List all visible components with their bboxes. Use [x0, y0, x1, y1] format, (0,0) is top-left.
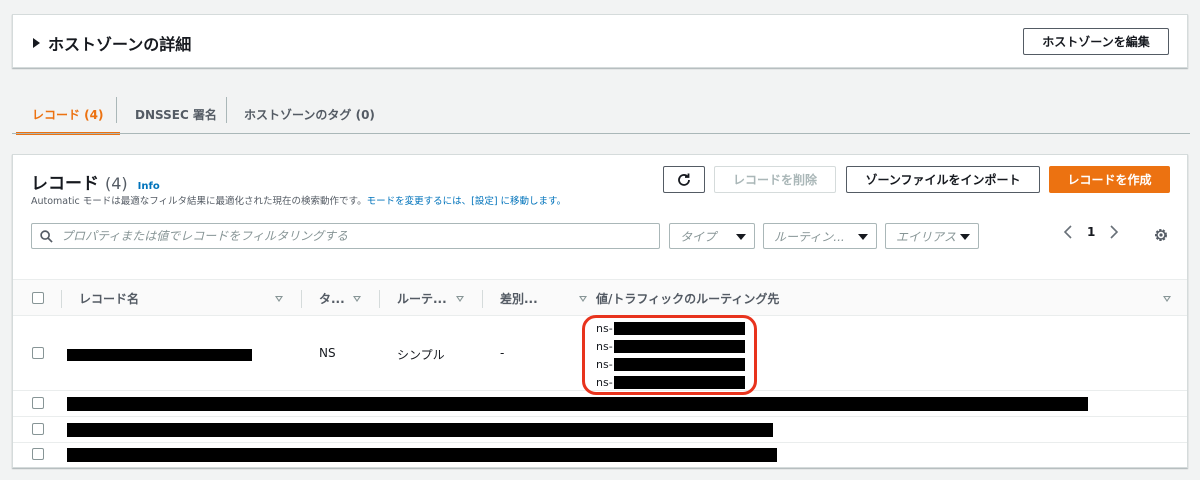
tab-records[interactable]: レコード (4)	[14, 95, 122, 135]
records-count: (4)	[105, 174, 128, 193]
redacted-row-content	[67, 397, 1088, 411]
search-icon	[40, 229, 53, 243]
sort-icon[interactable]	[456, 296, 464, 302]
row-checkbox[interactable]	[32, 448, 44, 460]
records-description: Automatic モードは最適なフィルタ結果に最適化された現在の検索動作です。…	[31, 193, 566, 207]
records-title: レコード	[31, 174, 99, 194]
redacted-row-content	[67, 423, 773, 437]
caret-down-icon	[858, 234, 868, 240]
search-input[interactable]	[61, 229, 641, 243]
row-checkbox[interactable]	[32, 423, 44, 435]
redacted-row-content	[67, 448, 777, 462]
type-filter-select[interactable]: タイプ	[669, 223, 755, 249]
tab-underline	[12, 133, 1190, 134]
chevron-right-icon[interactable]	[1109, 225, 1119, 239]
alias-filter-select[interactable]: エイリアス	[885, 223, 979, 249]
chevron-left-icon[interactable]	[1063, 225, 1073, 239]
sort-icon[interactable]	[579, 296, 587, 302]
delete-record-button[interactable]: レコードを削除	[714, 166, 836, 193]
info-link[interactable]: Info	[138, 181, 160, 192]
row-checkbox[interactable]	[32, 347, 44, 359]
edit-hosted-zone-button[interactable]: ホストゾーンを編集	[1023, 28, 1169, 55]
sort-icon[interactable]	[353, 296, 361, 302]
caret-down-icon	[960, 234, 970, 240]
record-type: NS	[319, 346, 336, 360]
record-differentiator: -	[500, 346, 505, 360]
column-header-record-name[interactable]: レコード名	[79, 280, 139, 317]
column-header-separator	[379, 290, 380, 308]
settings-link[interactable]: モードを変更するには、[設定] に移動します。	[367, 196, 566, 207]
type-filter-label: タイプ	[680, 229, 717, 244]
tab-tags[interactable]: ホストゾーンのタグ (0)	[226, 95, 393, 133]
table-row[interactable]	[13, 391, 1187, 417]
routing-filter-label: ルーティン...	[774, 229, 845, 244]
caret-right-icon	[33, 38, 40, 48]
hosted-zone-details-panel: ホストゾーンの詳細 ホストゾーンを編集	[12, 14, 1188, 68]
gear-icon[interactable]	[1153, 227, 1169, 243]
column-header-type[interactable]: タ...	[319, 280, 345, 317]
sort-icon[interactable]	[1163, 296, 1171, 302]
table-row[interactable]	[13, 443, 1187, 467]
import-zone-file-button[interactable]: ゾーンファイルをインポート	[846, 166, 1040, 193]
redacted-record-name	[67, 349, 252, 361]
current-page[interactable]: 1	[1087, 225, 1095, 239]
description-text: Automatic モードは最適なフィルタ結果に最適化された現在の検索動作です。	[31, 196, 367, 207]
caret-down-icon	[736, 234, 746, 240]
column-header-routing[interactable]: ルーテ...	[397, 280, 447, 317]
create-record-button[interactable]: レコードを作成	[1049, 166, 1170, 193]
records-panel: レコード (4) Info Automatic モードは最適なフィルタ結果に最適…	[12, 154, 1188, 468]
column-header-value[interactable]: 値/トラフィックのルーティング先	[596, 280, 779, 317]
pagination: 1	[1063, 225, 1119, 239]
record-routing: シンプル	[397, 348, 445, 362]
records-header: レコード (4) Info	[31, 169, 160, 194]
tab-bar: レコード (4) DNSSEC 署名 ホストゾーンのタグ (0)	[0, 95, 1190, 135]
details-expand-toggle[interactable]: ホストゾーンの詳細	[33, 31, 191, 55]
refresh-icon	[678, 173, 690, 186]
tab-dnssec[interactable]: DNSSEC 署名	[117, 95, 235, 133]
column-separator	[61, 290, 62, 308]
refresh-button[interactable]	[663, 166, 705, 193]
select-all-checkbox[interactable]	[32, 292, 44, 304]
routing-filter-select[interactable]: ルーティン...	[763, 223, 877, 249]
details-title: ホストゾーンの詳細	[48, 35, 192, 54]
column-header-differentiator[interactable]: 差別...	[500, 280, 538, 317]
sort-icon[interactable]	[275, 296, 283, 302]
table-header: レコード名 タ... ルーテ... 差別... 値/トラフィックのルーティング先	[13, 279, 1187, 316]
alias-filter-label: エイリアス	[896, 229, 957, 244]
highlight-annotation	[582, 315, 757, 395]
table-row[interactable]	[13, 417, 1187, 443]
search-box	[31, 223, 660, 249]
column-separator	[482, 290, 483, 308]
column-separator	[301, 290, 302, 308]
row-checkbox[interactable]	[32, 397, 44, 409]
